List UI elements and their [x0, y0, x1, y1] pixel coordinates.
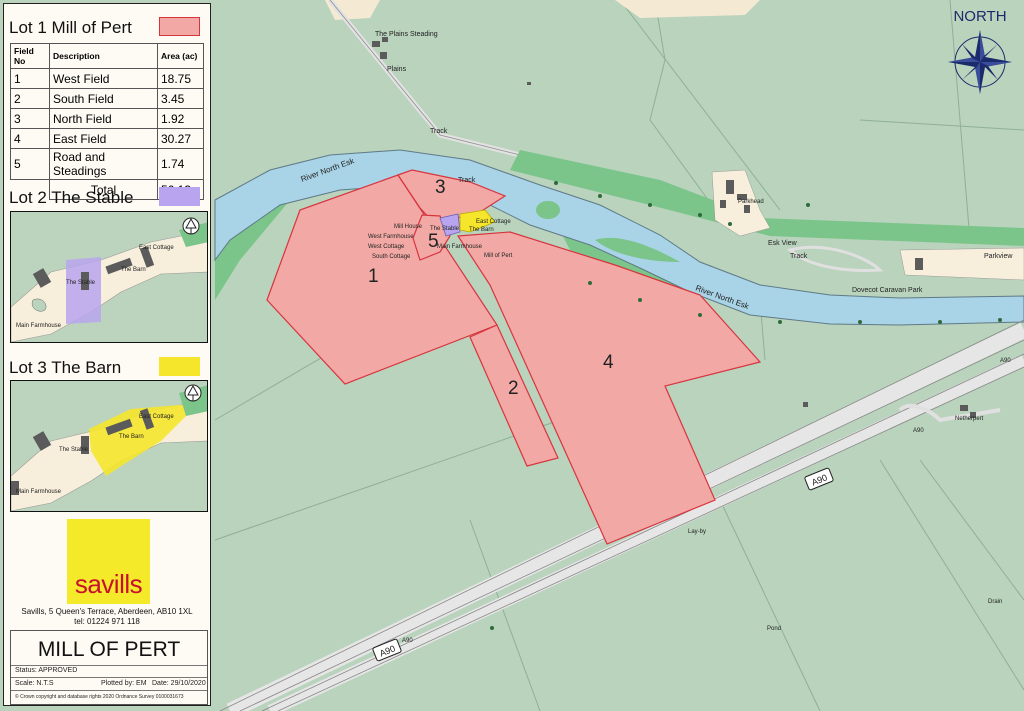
lot-1-title: Lot 1 Mill of Pert: [9, 18, 132, 37]
logo-text: savills: [74, 569, 143, 599]
agent-address: Savills, 5 Queen's Terrace, Aberdeen, AB…: [21, 607, 193, 616]
table-row: 4 East Field 30.27: [10, 128, 204, 149]
field-description: North Field: [49, 108, 158, 129]
lot-3-swatch: [159, 357, 200, 376]
field-table: Field No Description Area (ac) 1 West Fi…: [10, 43, 204, 200]
compass-rose-icon: [948, 30, 1012, 94]
field-number-3: 3: [435, 177, 446, 198]
table-row: 5 Road and Steadings 1.74: [10, 148, 204, 180]
map-label: East Cottage: [476, 219, 511, 225]
table-row: 1 West Field 18.75: [10, 68, 204, 89]
inset-label: East Cottage: [139, 245, 174, 251]
savills-logo: savills: [67, 519, 150, 604]
map-label: Mill of Pert: [484, 253, 513, 259]
column-header: Area (ac): [157, 43, 204, 69]
field-area: 18.75: [157, 68, 204, 89]
field-no: 4: [10, 128, 50, 149]
divider: [11, 690, 207, 691]
field-description: West Field: [49, 68, 158, 89]
plan-title: MILL OF PERT: [37, 638, 181, 661]
map-label: Track: [430, 128, 448, 135]
map-label: Netherpert: [955, 416, 984, 422]
field-number-2: 2: [508, 378, 519, 399]
plotted-by-text: Plotted by: EM: [101, 680, 147, 687]
north-label: NORTH: [953, 8, 1007, 25]
inset-label: The Barn: [119, 434, 144, 440]
legend-panel: Lot 1 Mill of Pert Field No Description …: [3, 3, 211, 706]
lot-3-title: Lot 3 The Barn: [9, 358, 122, 377]
map-label: Pond: [767, 626, 781, 632]
map-label: Mill House: [394, 224, 423, 230]
field-area: 3.45: [157, 88, 204, 109]
map-label: Parkview: [984, 253, 1013, 260]
north-arrow: NORTH: [942, 8, 1018, 98]
map-label: The Barn: [469, 227, 494, 233]
field-number-1: 1: [368, 266, 379, 287]
copyright-text: © Crown copyright and database rights 20…: [15, 694, 184, 700]
table-row: 2 South Field 3.45: [10, 88, 204, 109]
map-label: The Stable: [430, 226, 460, 232]
lot-2-inset-map: East Cottage The Stable The Barn Main Fa…: [10, 211, 208, 343]
field-no: 2: [10, 88, 50, 109]
map-label: Main Farmhouse: [437, 244, 483, 250]
inset-label: The Stable: [59, 447, 89, 453]
field-area: 1.74: [157, 148, 204, 180]
field-area: 1.92: [157, 108, 204, 129]
map-label: Plains: [387, 66, 407, 73]
table-header-row: Field No Description Area (ac): [10, 43, 204, 69]
map-label: The Plains Steading: [375, 31, 438, 38]
map-label: Esk View: [768, 240, 798, 247]
status-text: Status: APPROVED: [15, 667, 78, 674]
field-description: Road and Steadings: [49, 148, 158, 180]
column-header: Description: [49, 43, 158, 69]
map-label: A90: [402, 638, 413, 644]
field-no: 5: [10, 148, 50, 180]
table-row: 3 North Field 1.92: [10, 108, 204, 129]
inset-label: The Barn: [121, 267, 146, 273]
map-label: Drain: [988, 599, 1002, 605]
field-no: 3: [10, 108, 50, 129]
column-header: Field No: [10, 43, 50, 69]
field-description: East Field: [49, 128, 158, 149]
map-label: Parkhead: [738, 199, 764, 205]
map-label: A90: [1000, 358, 1011, 364]
map-label: Dovecot Caravan Park: [852, 287, 923, 294]
field-number-4: 4: [603, 352, 614, 373]
date-text: Date: 29/10/2020: [152, 680, 206, 687]
field-no: 1: [10, 68, 50, 89]
map-label: Track: [790, 253, 808, 260]
divider: [11, 665, 207, 666]
divider: [11, 677, 207, 678]
lot-3-inset-map: East Cottage The Barn The Stable Main Fa…: [10, 380, 208, 512]
field-area: 30.27: [157, 128, 204, 149]
lot-2-title: Lot 2 The Stable: [9, 188, 134, 207]
inset-label: Main Farmhouse: [16, 323, 62, 329]
map-label: South Cottage: [372, 254, 411, 260]
map-label: A90: [913, 428, 924, 434]
agent-tel: tel: 01224 971 118: [74, 617, 140, 626]
lot-1-swatch: [159, 17, 200, 36]
river-island: [536, 201, 560, 219]
map-label: West Farmhouse: [368, 234, 414, 240]
map-label: West Cottage: [368, 244, 405, 250]
inset-label: The Stable: [66, 280, 96, 286]
lot-2-swatch: [159, 187, 200, 206]
map-label: Track: [458, 177, 476, 184]
title-block: MILL OF PERT Status: APPROVED Scale: N.T…: [10, 630, 208, 705]
inset-label: Main Farmhouse: [16, 489, 62, 495]
map-label: Lay-by: [688, 529, 706, 535]
scale-text: Scale: N.T.S: [15, 680, 54, 687]
field-description: South Field: [49, 88, 158, 109]
inset-label: East Cottage: [139, 414, 174, 420]
